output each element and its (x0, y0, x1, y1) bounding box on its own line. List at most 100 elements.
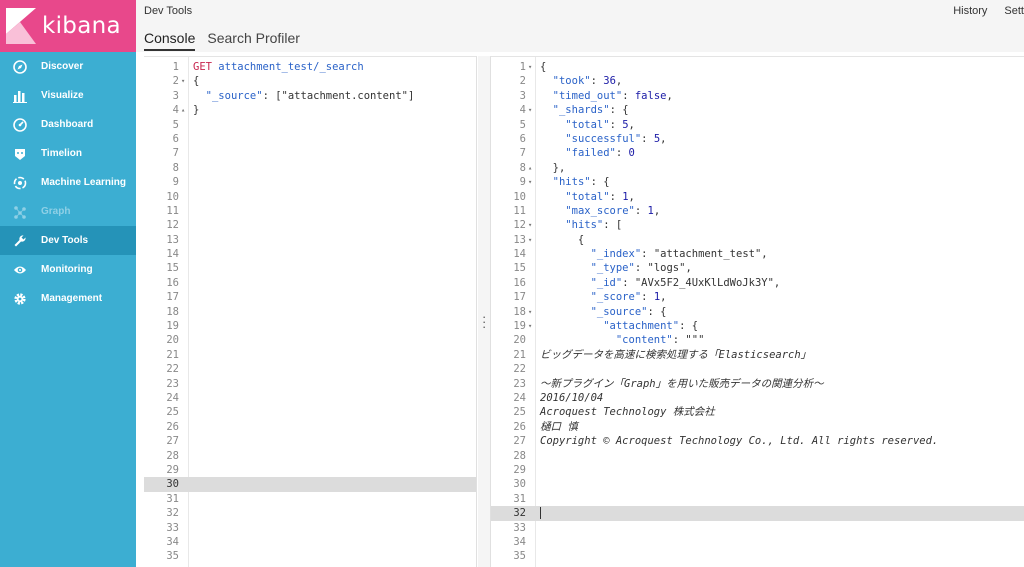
code-line: 31 (166, 492, 179, 505)
code-line: 28 (166, 449, 179, 462)
sidebar-item-label: Machine Learning (41, 177, 127, 188)
code-line: 8 ▴ }, (519, 161, 566, 175)
code-line: 32 (166, 507, 179, 520)
code-line: 16 (166, 276, 179, 289)
code-line: 13 ▾ { (513, 233, 585, 247)
code-line: 18 (166, 305, 179, 318)
sidebar-item-timelion[interactable]: Timelion (0, 139, 136, 168)
sidebar-item-monitoring[interactable]: Monitoring (0, 255, 136, 284)
fold-arrow-icon[interactable]: ▾ (528, 175, 532, 189)
graph-icon (12, 204, 27, 219)
history-link[interactable]: History (953, 5, 987, 17)
code-line: 30 (513, 478, 526, 491)
brand-name: kibana (42, 13, 121, 39)
code-line: 25 (166, 406, 179, 419)
sidebar-item-label: Monitoring (41, 264, 93, 275)
sidebar: kibana Discover Visualize Dashboard Time… (0, 0, 136, 567)
code-line: 7 (172, 147, 179, 160)
code-line: 34 (513, 535, 526, 548)
code-line: 11 (166, 204, 179, 217)
code-line: 24 (166, 391, 179, 404)
code-line: 5 (172, 118, 179, 131)
sidebar-item-graph[interactable]: Graph (0, 197, 136, 226)
code-line: 24 2016/10/04 (513, 391, 604, 404)
code-line: 3 "_source": ["attachment.content"] (172, 89, 415, 102)
sidebar-item-label: Discover (41, 61, 84, 72)
settings-link[interactable]: Sett (1004, 5, 1024, 17)
code-line: 7 "failed": 0 (519, 147, 635, 160)
code-line: 20 (166, 334, 179, 347)
sidebar-item-visualize[interactable]: Visualize (0, 81, 136, 110)
code-line: 20 "content": """ (513, 334, 705, 347)
fold-arrow-icon[interactable]: ▾ (528, 233, 532, 247)
code-line: 10 "total": 1, (513, 190, 635, 203)
request-method: GET (193, 61, 212, 73)
fold-arrow-icon[interactable]: ▴ (181, 103, 185, 117)
code-line: 27 Copyright © Acroquest Technology Co., … (513, 435, 939, 448)
code-line: 15 (166, 262, 179, 275)
code-line: 12 ▾ "hits": [ (513, 218, 623, 232)
tab-bar: Console Search Profiler (144, 30, 312, 51)
code-line: 1 GET attachment_test/_search (172, 61, 364, 73)
request-path: attachment_test/_search (218, 61, 364, 73)
sidebar-item-dev-tools[interactable]: Dev Tools (0, 226, 136, 255)
fold-arrow-icon[interactable]: ▾ (528, 60, 532, 74)
sidebar-item-label: Dev Tools (41, 235, 89, 246)
code-line: 22 (513, 363, 526, 376)
code-line: 1 ▾{ (519, 60, 547, 74)
sidebar-item-label: Dashboard (41, 119, 94, 130)
kibana-logo[interactable]: kibana (0, 0, 136, 52)
machine-learning-icon (12, 175, 27, 190)
code-line: 3 "timed_out": false, (519, 89, 673, 102)
tab-console[interactable]: Console (144, 30, 196, 51)
code-line: 15 "_type": "logs", (513, 262, 692, 275)
code-line: 34 (166, 535, 179, 548)
code-line: 31 (513, 492, 526, 505)
sidebar-item-label: Visualize (41, 90, 84, 101)
code-line: 14 (166, 248, 179, 261)
gear-icon (12, 291, 27, 306)
sidebar-item-label: Graph (41, 206, 71, 217)
active-line: 32 (491, 506, 1024, 521)
page-title: Dev Tools (144, 5, 193, 17)
response-viewer[interactable]: 1 ▾{ 2 "took": 36, 3 "timed_out": false, … (490, 56, 1024, 567)
bar-chart-icon (12, 88, 27, 103)
code-line: 8 (172, 161, 179, 174)
sidebar-item-label: Management (41, 293, 103, 304)
sidebar-item-dashboard[interactable]: Dashboard (0, 110, 136, 139)
code-line: 35 (513, 550, 526, 563)
pane-resizer[interactable]: · · · (478, 56, 490, 567)
code-line: 6 "successful": 5, (519, 132, 667, 145)
drag-handle-icon[interactable]: · · · (482, 310, 486, 333)
request-editor[interactable]: 1 GET attachment_test/_search 2 ▾{ 3 "_sou… (144, 56, 477, 567)
code-line: 2 "took": 36, (519, 75, 623, 88)
kibana-logo-icon (6, 8, 36, 44)
request-lines: 1 GET attachment_test/_search 2 ▾{ 3 "_sou… (144, 60, 476, 564)
fold-arrow-icon[interactable]: ▾ (528, 218, 532, 232)
code-line: 25 Acroquest Technology 株式会社 (513, 406, 715, 419)
code-line: 35 (166, 550, 179, 563)
sidebar-item-discover[interactable]: Discover (0, 52, 136, 81)
code-line: 5 "total": 5, (519, 118, 635, 131)
fold-arrow-icon[interactable]: ▾ (528, 305, 532, 319)
fold-arrow-icon[interactable]: ▾ (528, 103, 532, 117)
code-line: 26 樋口 慎 (513, 420, 578, 433)
code-line: 14 "_index": "attachment_test", (513, 248, 768, 261)
code-line: 28 (513, 449, 526, 462)
fold-arrow-icon[interactable]: ▴ (528, 161, 532, 175)
tab-search-profiler[interactable]: Search Profiler (207, 30, 300, 51)
text-cursor (540, 507, 541, 520)
fold-arrow-icon[interactable]: ▾ (528, 319, 532, 333)
code-line: 22 (166, 363, 179, 376)
code-line: 4 ▴} (172, 103, 200, 117)
code-line: 19 (166, 320, 179, 333)
sidebar-item-machine-learning[interactable]: Machine Learning (0, 168, 136, 197)
sidebar-item-management[interactable]: Management (0, 284, 136, 313)
code-line: 21 (166, 348, 179, 361)
sidebar-nav: Discover Visualize Dashboard Timelion Ma… (0, 52, 136, 313)
compass-icon (12, 59, 27, 74)
fold-arrow-icon[interactable]: ▾ (181, 74, 185, 88)
wrench-icon (12, 233, 27, 248)
active-line: 30 (144, 477, 476, 492)
code-line: 19 ▾ "attachment": { (513, 319, 699, 333)
